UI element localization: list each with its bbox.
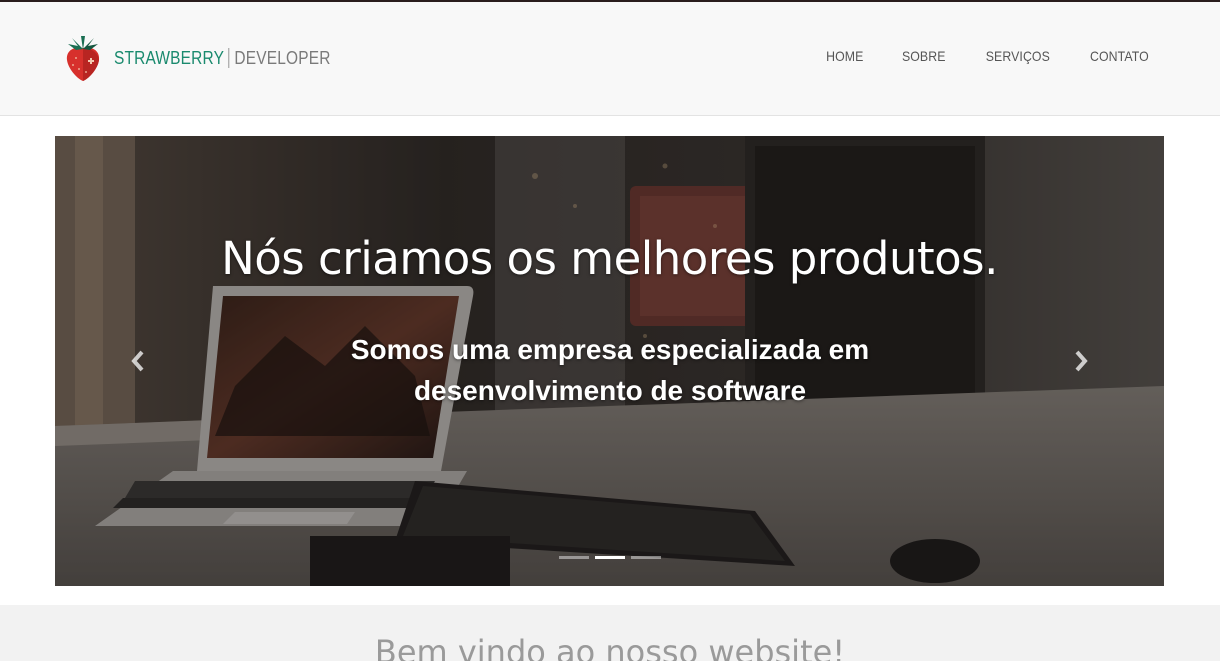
brand-name: STRAWBERRY DEVELOPER: [114, 48, 331, 69]
carousel-prev-button[interactable]: [123, 346, 153, 376]
navbar: STRAWBERRY DEVELOPER HOME SOBRE SERVIÇOS…: [0, 2, 1220, 116]
carousel-next-button[interactable]: [1066, 346, 1096, 376]
brand-logo-link[interactable]: STRAWBERRY DEVELOPER: [64, 34, 366, 82]
carousel-title: Nós criamos os melhores produtos.: [221, 232, 998, 285]
brand-name-sub: DEVELOPER: [234, 47, 331, 68]
nav-item-home[interactable]: HOME: [826, 48, 863, 64]
welcome-heading: Bem vindo ao nosso website!: [374, 633, 846, 661]
nav-item-sobre[interactable]: SOBRE: [902, 48, 946, 64]
main-nav: HOME SOBRE SERVIÇOS CONTATO: [821, 48, 1149, 64]
chevron-right-icon: [1075, 350, 1088, 372]
carousel-indicator-3[interactable]: [631, 556, 661, 559]
nav-item-servicos[interactable]: SERVIÇOS: [986, 48, 1050, 64]
brand-name-main: STRAWBERRY: [114, 47, 225, 68]
carousel-indicators: [559, 556, 661, 559]
welcome-section: Bem vindo ao nosso website!: [0, 605, 1220, 661]
carousel-indicator-1[interactable]: [559, 556, 589, 559]
nav-item-contato[interactable]: CONTATO: [1090, 48, 1149, 64]
carousel-indicator-2[interactable]: [595, 556, 625, 559]
brand-separator: [228, 48, 230, 68]
chevron-left-icon: [131, 350, 144, 372]
carousel-subtitle: Somos uma empresa especializada em desen…: [350, 334, 870, 406]
hero-carousel: Nós criamos os melhores produtos. Somos …: [55, 136, 1164, 586]
strawberry-icon: [66, 36, 100, 81]
